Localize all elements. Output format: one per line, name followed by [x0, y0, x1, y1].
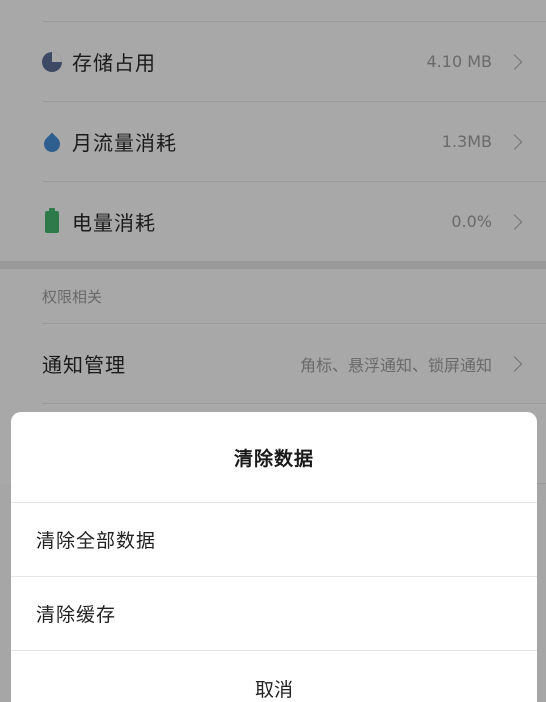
chevron-right-icon [506, 213, 523, 230]
battery-usage-value: 0.0% [451, 212, 492, 231]
battery-usage-row[interactable]: 电量消耗 0.0% [42, 182, 546, 261]
monthly-traffic-value: 1.3MB [441, 132, 492, 151]
cancel-button[interactable]: 取消 [11, 651, 537, 702]
notification-management-value: 角标、悬浮通知、锁屏通知 [299, 355, 492, 375]
monthly-traffic-row[interactable]: 月流量消耗 1.3MB [40, 102, 546, 182]
storage-usage-row[interactable]: 存储占用 4.10 MB [42, 22, 546, 102]
battery-icon [45, 207, 59, 233]
previous-row-edge [42, 0, 546, 22]
section-divider [0, 261, 546, 269]
chevron-right-icon [506, 133, 523, 150]
storage-usage-value: 4.10 MB [426, 52, 493, 71]
chevron-right-icon [506, 53, 523, 70]
permissions-section-header: 权限相关 [42, 269, 546, 324]
usage-group: 存储占用 4.10 MB 月流量消耗 1.3MB 电量消耗 0.0% [0, 0, 546, 261]
chevron-right-icon [506, 355, 523, 372]
clear-data-dialog: 清除数据 清除全部数据 清除缓存 取消 [11, 412, 537, 702]
notification-management-label: 通知管理 [42, 353, 126, 377]
monthly-traffic-label: 月流量消耗 [72, 131, 177, 155]
dialog-title: 清除数据 [11, 412, 537, 503]
battery-usage-label: 电量消耗 [72, 211, 156, 235]
storage-usage-label: 存储占用 [72, 51, 156, 75]
clear-cache-option[interactable]: 清除缓存 [11, 577, 537, 651]
water-drop-icon [40, 132, 64, 155]
pie-chart-icon [42, 51, 62, 72]
notification-management-row[interactable]: 通知管理 角标、悬浮通知、锁屏通知 [42, 324, 546, 404]
clear-all-data-option[interactable]: 清除全部数据 [11, 503, 537, 577]
